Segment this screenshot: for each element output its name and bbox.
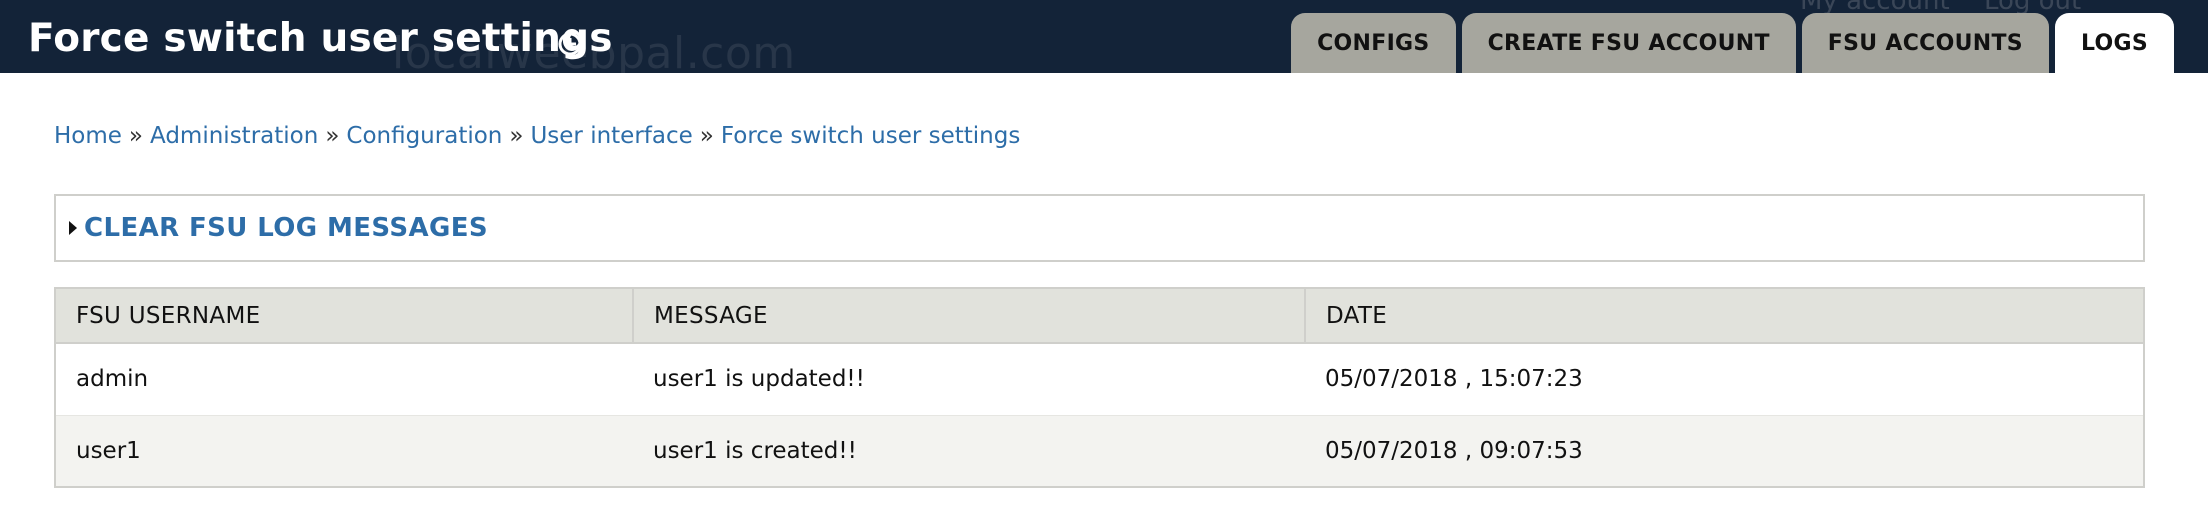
page-title: Force switch user settings <box>28 16 613 61</box>
fsu-log-table: FSU USERNAME MESSAGE DATE admin user1 is… <box>54 287 2145 488</box>
primary-tabs: CONFIGS CREATE FSU ACCOUNT FSU ACCOUNTS … <box>1291 13 2174 73</box>
clear-log-fieldset[interactable]: CLEAR FSU LOG MESSAGES <box>54 194 2145 262</box>
table-header-row: FSU USERNAME MESSAGE DATE <box>55 288 2144 344</box>
breadcrumb-separator: » <box>699 123 714 149</box>
column-header-fsu-username: FSU USERNAME <box>55 288 634 344</box>
breadcrumb-separator: » <box>128 123 143 149</box>
admin-header: localweebpal.com My account Log out Forc… <box>0 0 2208 73</box>
collapse-triangle-icon <box>69 221 77 235</box>
column-header-message: MESSAGE <box>633 288 1306 344</box>
breadcrumb-force-switch-user-settings[interactable]: Force switch user settings <box>721 123 1020 149</box>
cell-fsu-username: admin <box>55 343 633 416</box>
breadcrumb-user-interface[interactable]: User interface <box>530 123 692 149</box>
breadcrumb-separator: » <box>325 123 340 149</box>
add-shortcut-icon[interactable] <box>557 31 583 57</box>
breadcrumb-configuration[interactable]: Configuration <box>346 123 502 149</box>
breadcrumb: Home» Administration» Configuration» User i… <box>54 123 1020 149</box>
column-header-date: DATE <box>1305 288 2144 344</box>
clear-log-fieldset-title[interactable]: CLEAR FSU LOG MESSAGES <box>84 213 488 243</box>
cell-fsu-username: user1 <box>55 415 633 487</box>
breadcrumb-administration[interactable]: Administration <box>150 123 318 149</box>
cell-date: 05/07/2018 , 15:07:23 <box>1305 343 2144 416</box>
cell-message: user1 is updated!! <box>633 343 1305 416</box>
cell-date: 05/07/2018 , 09:07:53 <box>1305 415 2144 487</box>
tab-configs[interactable]: CONFIGS <box>1291 13 1456 73</box>
cell-message: user1 is created!! <box>633 415 1305 487</box>
tab-create-fsu-account[interactable]: CREATE FSU ACCOUNT <box>1461 13 1796 73</box>
table-row: admin user1 is updated!! 05/07/2018 , 15… <box>55 343 2144 416</box>
tab-fsu-accounts[interactable]: FSU ACCOUNTS <box>1801 13 2049 73</box>
breadcrumb-separator: » <box>509 123 524 149</box>
table-row: user1 user1 is created!! 05/07/2018 , 09… <box>55 415 2144 487</box>
tab-logs[interactable]: LOGS <box>2054 13 2174 73</box>
breadcrumb-home[interactable]: Home <box>54 123 122 149</box>
